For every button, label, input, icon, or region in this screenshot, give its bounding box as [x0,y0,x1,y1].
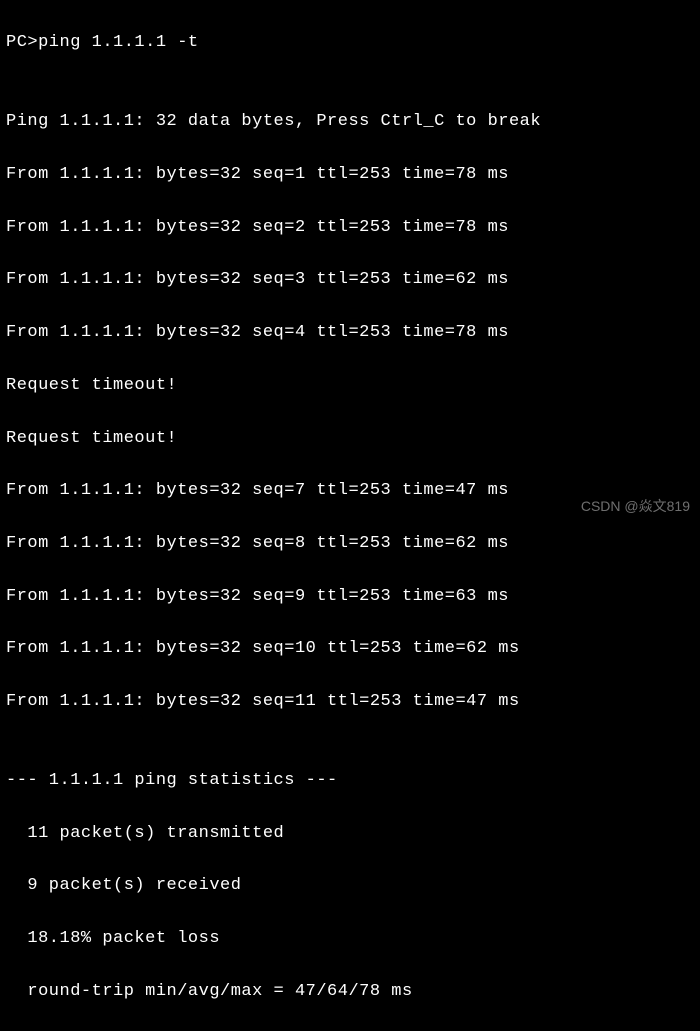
ping-reply: From 1.1.1.1: bytes=32 seq=2 ttl=253 tim… [6,215,694,241]
ping-timeout: Request timeout! [6,373,694,399]
ping-reply: From 1.1.1.1: bytes=32 seq=9 ttl=253 tim… [6,584,694,610]
ping-header: Ping 1.1.1.1: 32 data bytes, Press Ctrl_… [6,109,694,135]
stats-loss: 18.18% packet loss [6,926,694,952]
ping-timeout: Request timeout! [6,426,694,452]
ping-reply: From 1.1.1.1: bytes=32 seq=4 ttl=253 tim… [6,320,694,346]
stats-divider: --- 1.1.1.1 ping statistics --- [6,768,694,794]
ping-reply: From 1.1.1.1: bytes=32 seq=3 ttl=253 tim… [6,267,694,293]
ping-reply: From 1.1.1.1: bytes=32 seq=11 ttl=253 ti… [6,689,694,715]
ping-reply: From 1.1.1.1: bytes=32 seq=1 ttl=253 tim… [6,162,694,188]
command-line: PC>ping 1.1.1.1 -t [6,30,694,56]
watermark: CSDN @焱文819 [581,496,690,518]
command-text: ping 1.1.1.1 -t [38,33,199,52]
stats-roundtrip: round-trip min/avg/max = 47/64/78 ms [6,979,694,1005]
stats-transmitted: 11 packet(s) transmitted [6,821,694,847]
ping-reply: From 1.1.1.1: bytes=32 seq=10 ttl=253 ti… [6,636,694,662]
ping-reply: From 1.1.1.1: bytes=32 seq=8 ttl=253 tim… [6,531,694,557]
stats-received: 9 packet(s) received [6,873,694,899]
prompt: PC> [6,33,38,52]
